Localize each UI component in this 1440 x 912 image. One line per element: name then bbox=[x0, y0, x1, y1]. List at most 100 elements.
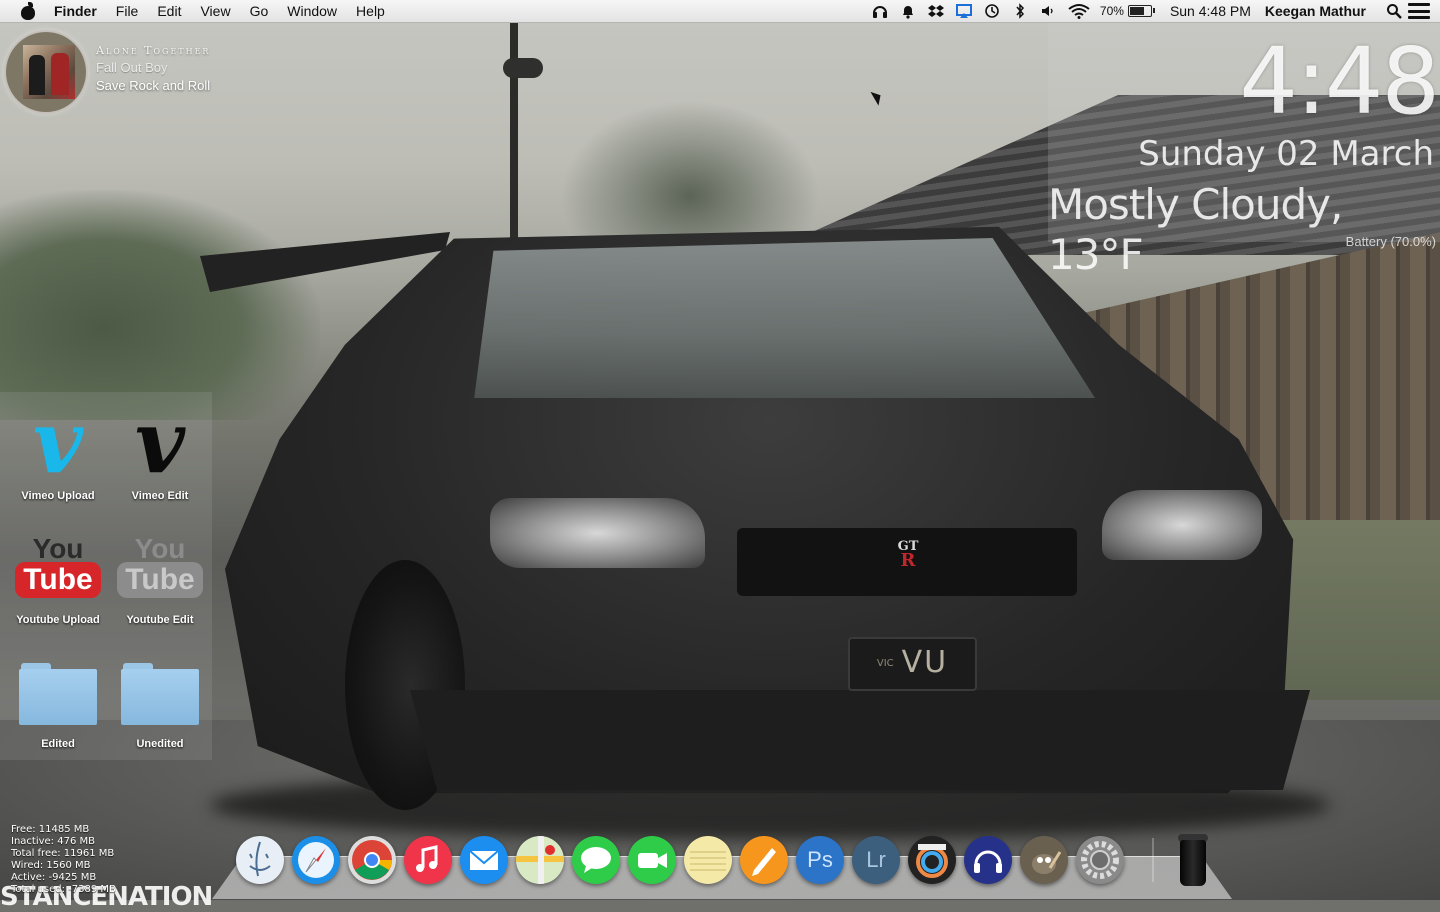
menu-app-name[interactable]: Finder bbox=[54, 3, 97, 19]
album-art-ring[interactable] bbox=[4, 30, 88, 114]
chrome-icon bbox=[352, 840, 392, 880]
airplay-icon[interactable] bbox=[955, 3, 972, 19]
wallpaper-license-plate: VIC VU bbox=[848, 637, 977, 691]
wallpaper-trees bbox=[0, 190, 320, 420]
final-cut-icon bbox=[916, 844, 948, 878]
wallpaper-car-badge: GT R bbox=[888, 540, 928, 570]
messages-icon bbox=[581, 847, 611, 873]
battery-icon[interactable] bbox=[1127, 5, 1155, 17]
desktop-icon-youtube-edit[interactable]: You Tube Youtube Edit bbox=[110, 522, 210, 626]
menu-clock[interactable]: Sun 4:48 PM bbox=[1170, 3, 1251, 19]
dock-app-mail[interactable] bbox=[460, 836, 508, 884]
dock-app-gimp[interactable] bbox=[1020, 836, 1068, 884]
spotlight-search-icon[interactable] bbox=[1386, 3, 1402, 19]
menu-edit[interactable]: Edit bbox=[157, 3, 181, 19]
menu-view[interactable]: View bbox=[200, 3, 230, 19]
itunes-icon bbox=[416, 845, 438, 872]
volume-icon[interactable] bbox=[1040, 3, 1056, 19]
now-playing-artist: Fall Out Boy bbox=[96, 60, 168, 75]
widget-weather: Mostly Cloudy, 13°F bbox=[1048, 180, 1343, 279]
battery-fill bbox=[1129, 7, 1144, 15]
youtube-you-text: You bbox=[134, 533, 186, 564]
desktop-icon-label: Vimeo Upload bbox=[21, 490, 95, 502]
notification-bell-icon[interactable] bbox=[900, 3, 916, 19]
menu-window[interactable]: Window bbox=[287, 3, 337, 19]
desktop-icon-label: Vimeo Edit bbox=[131, 490, 189, 502]
dock-app-pages[interactable] bbox=[740, 836, 788, 884]
dock-trash[interactable] bbox=[1176, 834, 1210, 886]
folder-icon bbox=[8, 648, 108, 736]
wallpaper-lamp bbox=[503, 58, 543, 78]
plate-state-text: VIC bbox=[876, 657, 894, 669]
badge-bottom-text: R bbox=[900, 550, 916, 571]
dock: Ps Lr bbox=[236, 834, 1210, 886]
dock-app-facetime[interactable] bbox=[628, 836, 676, 884]
dock-app-audio[interactable] bbox=[964, 836, 1012, 884]
dock-app-chrome[interactable] bbox=[348, 836, 396, 884]
desktop-icon-vimeo-upload[interactable]: v Vimeo Upload bbox=[8, 392, 108, 503]
notification-center-icon[interactable] bbox=[1408, 3, 1430, 19]
memory-stat-line: Wired: 1560 MB bbox=[11, 860, 91, 871]
memory-stat-line: Total free: 11961 MB bbox=[11, 848, 115, 859]
menu-file[interactable]: File bbox=[116, 3, 139, 19]
now-playing-song: Alone Together bbox=[96, 44, 211, 57]
dock-app-itunes[interactable] bbox=[404, 836, 452, 884]
dock-app-notes[interactable] bbox=[684, 836, 732, 884]
gimp-icon bbox=[1032, 851, 1062, 874]
wallpaper-car-bumper bbox=[410, 690, 1310, 790]
menu-go[interactable]: Go bbox=[250, 3, 269, 19]
dock-app-messages[interactable] bbox=[572, 836, 620, 884]
apple-menu-icon[interactable] bbox=[20, 2, 36, 20]
dock-app-final-cut[interactable] bbox=[908, 836, 956, 884]
plate-text: VU bbox=[901, 645, 949, 680]
gear-icon bbox=[1081, 841, 1119, 879]
memory-stat-line: Free: 11485 MB bbox=[11, 824, 90, 835]
youtube-icon: You Tube bbox=[8, 522, 108, 612]
desktop-icon-label: Edited bbox=[41, 738, 75, 750]
youtube-you-text: You bbox=[32, 533, 84, 564]
bluetooth-icon[interactable] bbox=[1012, 3, 1028, 19]
memory-stat-line: Inactive: 476 MB bbox=[11, 836, 95, 847]
dock-app-lightroom[interactable]: Lr bbox=[852, 836, 900, 884]
notes-icon bbox=[690, 851, 726, 871]
memory-stat-line: Total used: -7389 MB bbox=[11, 884, 116, 895]
widget-date: Sunday 02 March bbox=[1138, 134, 1434, 174]
memory-stat-line: Active: -9425 MB bbox=[11, 872, 97, 883]
desktop-folder-unedited[interactable]: Unedited bbox=[110, 648, 210, 750]
safari-icon bbox=[298, 842, 334, 878]
menu-bar: Finder File Edit View Go Window Help 70%… bbox=[0, 0, 1440, 23]
photoshop-icon: Ps bbox=[807, 847, 833, 872]
pages-icon bbox=[752, 848, 776, 876]
desktop-icon-label: Youtube Edit bbox=[126, 614, 194, 626]
headphones-icon[interactable] bbox=[872, 3, 888, 19]
time-machine-icon[interactable] bbox=[984, 3, 1000, 19]
desktop-icon-youtube-upload[interactable]: You Tube Youtube Upload bbox=[8, 522, 108, 626]
mail-icon bbox=[469, 850, 499, 870]
dock-app-finder[interactable] bbox=[236, 836, 284, 884]
dock-app-photoshop[interactable]: Ps bbox=[796, 836, 844, 884]
now-playing-album: Save Rock and Roll bbox=[96, 78, 211, 93]
menu-help[interactable]: Help bbox=[356, 3, 385, 19]
dock-separator bbox=[1152, 838, 1154, 882]
dock-app-safari[interactable] bbox=[292, 836, 340, 884]
dropbox-icon[interactable] bbox=[927, 3, 944, 19]
wifi-icon[interactable] bbox=[1068, 3, 1090, 19]
folder-icon bbox=[110, 648, 210, 736]
battery-percent[interactable]: 70% bbox=[1100, 4, 1124, 18]
dock-app-system-preferences[interactable] bbox=[1076, 836, 1124, 884]
maps-icon bbox=[516, 836, 564, 884]
memory-stats-widget: Free: 11485 MB Inactive: 476 MB Total fr… bbox=[11, 824, 116, 896]
widget-time: 4:48 bbox=[1239, 28, 1440, 135]
desktop-icon-vimeo-edit[interactable]: v Vimeo Edit bbox=[110, 398, 210, 503]
youtube-tube-text: Tube bbox=[15, 562, 101, 598]
user-name[interactable]: Keegan Mathur bbox=[1265, 3, 1366, 19]
dock-app-maps[interactable] bbox=[516, 836, 564, 884]
vimeo-icon: v bbox=[33, 392, 83, 493]
youtube-icon: You Tube bbox=[110, 522, 210, 612]
clock-weather-widget: 4:48 Sunday 02 March Mostly Cloudy, 13°F… bbox=[1048, 22, 1440, 279]
wallpaper-car-headlight bbox=[490, 498, 705, 568]
facetime-icon bbox=[638, 853, 667, 868]
finder-icon bbox=[249, 841, 271, 877]
desktop-folder-edited[interactable]: Edited bbox=[8, 648, 108, 750]
widget-battery: Battery (70.0%) bbox=[1345, 234, 1436, 249]
